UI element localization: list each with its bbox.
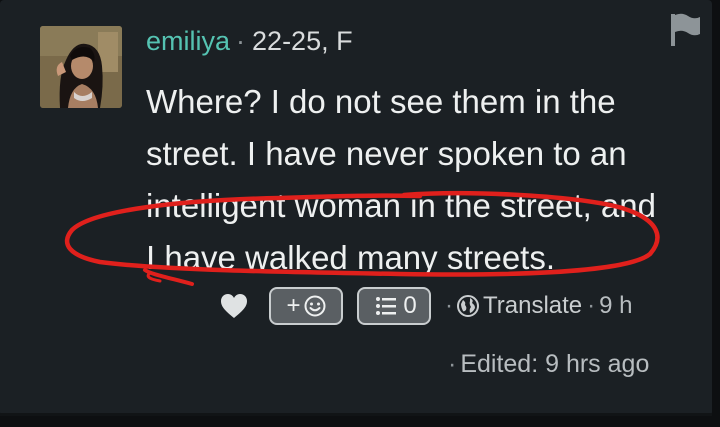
add-reaction-button[interactable]: + (269, 287, 343, 325)
post-header: emiliya · 22-25, F (146, 22, 353, 60)
post-card: emiliya · 22-25, F Where? I do not see t… (0, 0, 712, 416)
edited-info: · Edited: 9 hrs ago (448, 350, 649, 379)
comments-button[interactable]: 0 (357, 287, 431, 325)
comment-count: 0 (403, 292, 417, 319)
meta-separator-2: · (587, 292, 596, 319)
edited-label: Edited: 9 hrs ago (460, 350, 650, 378)
reaction-plus: + (286, 292, 301, 319)
post-message: Where? I do not see them in the street. … (146, 83, 656, 276)
user-info: 22-25, F (252, 25, 353, 56)
flag-icon[interactable] (666, 10, 704, 48)
time-ago: 9 h (599, 292, 633, 319)
meta-separator: · (445, 292, 453, 319)
edited-separator: · (448, 350, 457, 378)
smiley-icon (304, 295, 325, 317)
list-icon (376, 297, 397, 315)
translate-label: Translate (483, 292, 583, 319)
avatar-image (40, 26, 122, 108)
globe-icon (457, 295, 479, 317)
post-meta: · Translate · 9 h (445, 292, 633, 320)
heart-icon[interactable] (220, 293, 248, 319)
avatar[interactable] (40, 26, 122, 108)
post-actions: + 0 · Translate · 9 h (220, 286, 633, 326)
header-separator: · (236, 25, 246, 56)
translate-link[interactable]: Translate (457, 292, 582, 320)
username-link[interactable]: emiliya (146, 26, 230, 57)
